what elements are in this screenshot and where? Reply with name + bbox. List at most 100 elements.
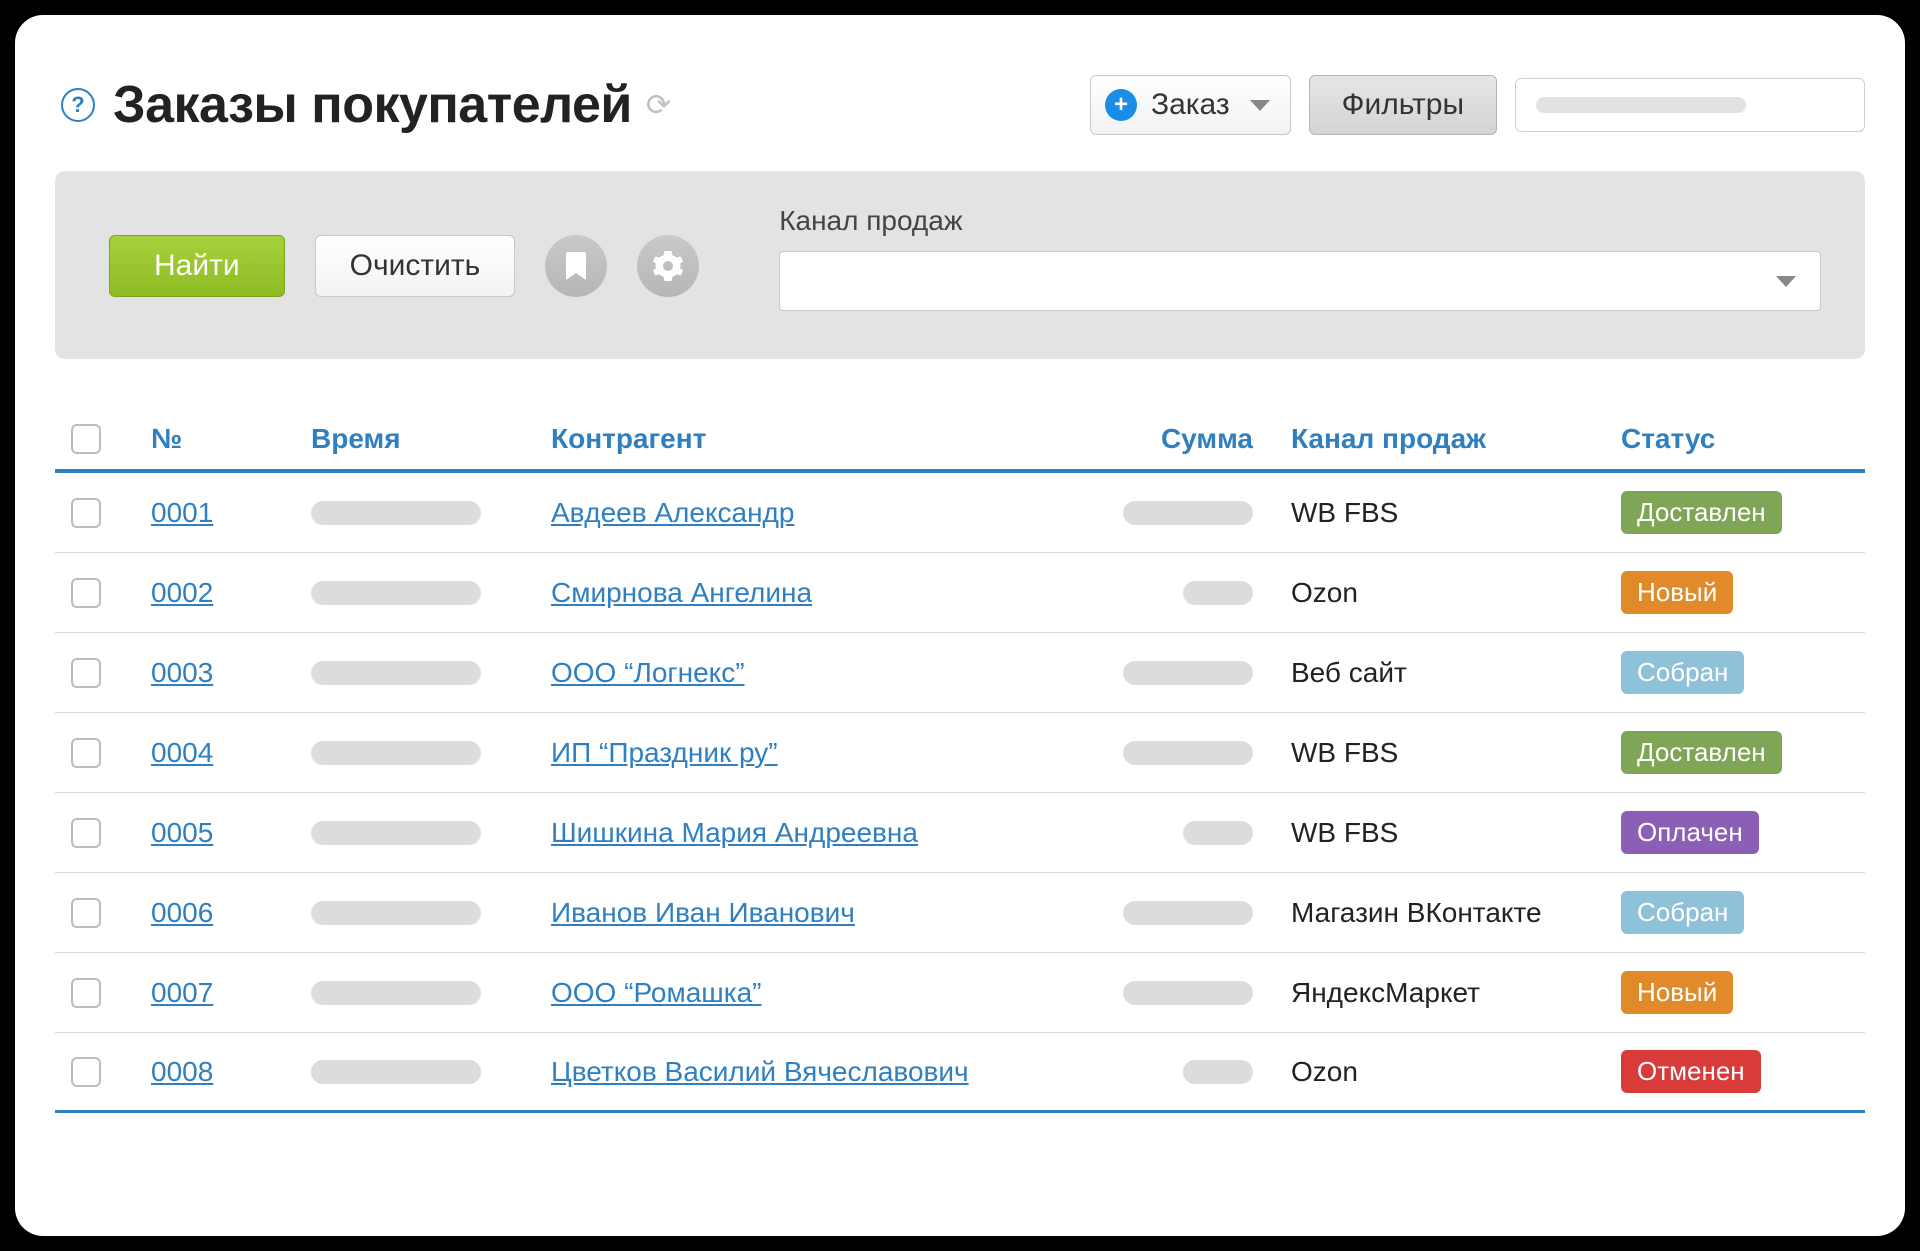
help-glyph: ?: [71, 92, 84, 118]
clear-button[interactable]: Очистить: [315, 235, 516, 297]
status-badge: Доставлен: [1621, 731, 1782, 774]
find-button[interactable]: Найти: [109, 235, 285, 297]
find-label: Найти: [154, 249, 240, 282]
time-placeholder: [311, 741, 481, 765]
time-placeholder: [311, 661, 481, 685]
col-status[interactable]: Статус: [1621, 423, 1861, 455]
channel-cell: Ozon: [1291, 1056, 1611, 1088]
bookmark-icon: [565, 252, 587, 280]
row-checkbox[interactable]: [71, 578, 101, 608]
channel-cell: WB FBS: [1291, 817, 1611, 849]
sum-placeholder: [1123, 661, 1253, 685]
sum-placeholder: [1183, 1060, 1253, 1084]
refresh-icon[interactable]: ⟳: [646, 88, 671, 123]
col-channel[interactable]: Канал продаж: [1291, 423, 1611, 455]
order-number-link[interactable]: 0003: [151, 657, 213, 688]
col-number[interactable]: №: [151, 423, 301, 455]
app-frame: ? Заказы покупателей ⟳ + Заказ Фильтры Н…: [15, 15, 1905, 1236]
counterparty-link[interactable]: ООО “Логнекс”: [551, 657, 745, 688]
row-checkbox[interactable]: [71, 898, 101, 928]
counterparty-link[interactable]: ООО “Ромашка”: [551, 977, 762, 1008]
time-placeholder: [311, 981, 481, 1005]
table-row: 0001 Авдеев Александр WB FBS Доставлен: [55, 473, 1865, 553]
orders-table: № Время Контрагент Сумма Канал продаж Ст…: [55, 409, 1865, 1113]
col-time[interactable]: Время: [311, 423, 541, 455]
table-row: 0008 Цветков Василий Вячеславович Ozon Отме…: [55, 1033, 1865, 1113]
channel-cell: WB FBS: [1291, 737, 1611, 769]
table-body: 0001 Авдеев Александр WB FBS Доставлен 0002 С…: [55, 473, 1865, 1113]
status-badge: Доставлен: [1621, 491, 1782, 534]
row-checkbox[interactable]: [71, 738, 101, 768]
plus-icon: +: [1105, 89, 1137, 121]
order-number-link[interactable]: 0007: [151, 977, 213, 1008]
order-number-link[interactable]: 0006: [151, 897, 213, 928]
help-icon[interactable]: ?: [61, 88, 95, 122]
chevron-down-icon: [1250, 100, 1270, 111]
filters-button[interactable]: Фильтры: [1309, 75, 1497, 135]
order-number-link[interactable]: 0001: [151, 497, 213, 528]
sum-placeholder: [1183, 821, 1253, 845]
table-row: 0006 Иванов Иван Иванович Магазин ВКонтакт…: [55, 873, 1865, 953]
table-row: 0007 ООО “Ромашка” ЯндексМаркет Новый: [55, 953, 1865, 1033]
gear-icon: [653, 251, 683, 281]
col-sum[interactable]: Сумма: [1081, 423, 1281, 455]
row-checkbox[interactable]: [71, 978, 101, 1008]
time-placeholder: [311, 1060, 481, 1084]
chevron-down-icon: [1776, 276, 1796, 287]
status-badge: Собран: [1621, 651, 1744, 694]
filter-panel: Найти Очистить Канал продаж: [55, 171, 1865, 359]
sum-placeholder: [1123, 901, 1253, 925]
header: ? Заказы покупателей ⟳ + Заказ Фильтры: [61, 75, 1865, 135]
status-badge: Новый: [1621, 571, 1733, 614]
sum-placeholder: [1123, 741, 1253, 765]
channel-cell: WB FBS: [1291, 497, 1611, 529]
table-row: 0004 ИП “Праздник ру” WB FBS Доставлен: [55, 713, 1865, 793]
time-placeholder: [311, 501, 481, 525]
order-number-link[interactable]: 0004: [151, 737, 213, 768]
new-order-label: Заказ: [1151, 88, 1230, 122]
status-badge: Новый: [1621, 971, 1733, 1014]
counterparty-link[interactable]: Шишкина Мария Андреевна: [551, 817, 918, 848]
row-checkbox[interactable]: [71, 658, 101, 688]
settings-button[interactable]: [637, 235, 699, 297]
channel-cell: Магазин ВКонтакте: [1291, 897, 1611, 929]
col-counterparty[interactable]: Контрагент: [551, 423, 1071, 455]
counterparty-link[interactable]: ИП “Праздник ру”: [551, 737, 778, 768]
table-row: 0005 Шишкина Мария Андреевна WB FBS Оплачен: [55, 793, 1865, 873]
counterparty-link[interactable]: Авдеев Александр: [551, 497, 794, 528]
status-badge: Собран: [1621, 891, 1744, 934]
new-order-button[interactable]: + Заказ: [1090, 75, 1291, 135]
row-checkbox[interactable]: [71, 818, 101, 848]
bookmark-button[interactable]: [545, 235, 607, 297]
channel-cell: ЯндексМаркет: [1291, 977, 1611, 1009]
clear-label: Очистить: [350, 249, 481, 282]
counterparty-link[interactable]: Иванов Иван Иванович: [551, 897, 855, 928]
order-number-link[interactable]: 0008: [151, 1056, 213, 1087]
time-placeholder: [311, 901, 481, 925]
page-title: Заказы покупателей: [113, 75, 632, 135]
channel-cell: Ozon: [1291, 577, 1611, 609]
row-checkbox[interactable]: [71, 1057, 101, 1087]
sum-placeholder: [1183, 581, 1253, 605]
status-badge: Оплачен: [1621, 811, 1759, 854]
channel-cell: Веб сайт: [1291, 657, 1611, 689]
channel-select[interactable]: [779, 251, 1821, 311]
sum-placeholder: [1123, 501, 1253, 525]
table-header: № Время Контрагент Сумма Канал продаж Ст…: [55, 409, 1865, 473]
search-input[interactable]: [1515, 78, 1865, 132]
channel-filter: Канал продаж: [779, 205, 1821, 311]
row-checkbox[interactable]: [71, 498, 101, 528]
order-number-link[interactable]: 0005: [151, 817, 213, 848]
status-badge: Отменен: [1621, 1050, 1761, 1093]
order-number-link[interactable]: 0002: [151, 577, 213, 608]
counterparty-link[interactable]: Смирнова Ангелина: [551, 577, 812, 608]
time-placeholder: [311, 821, 481, 845]
sum-placeholder: [1123, 981, 1253, 1005]
time-placeholder: [311, 581, 481, 605]
filters-label: Фильтры: [1342, 88, 1464, 121]
search-placeholder: [1536, 97, 1746, 113]
counterparty-link[interactable]: Цветков Василий Вячеславович: [551, 1056, 969, 1087]
select-all-checkbox[interactable]: [71, 424, 101, 454]
table-row: 0003 ООО “Логнекс” Веб сайт Собран: [55, 633, 1865, 713]
channel-filter-label: Канал продаж: [779, 205, 1821, 237]
